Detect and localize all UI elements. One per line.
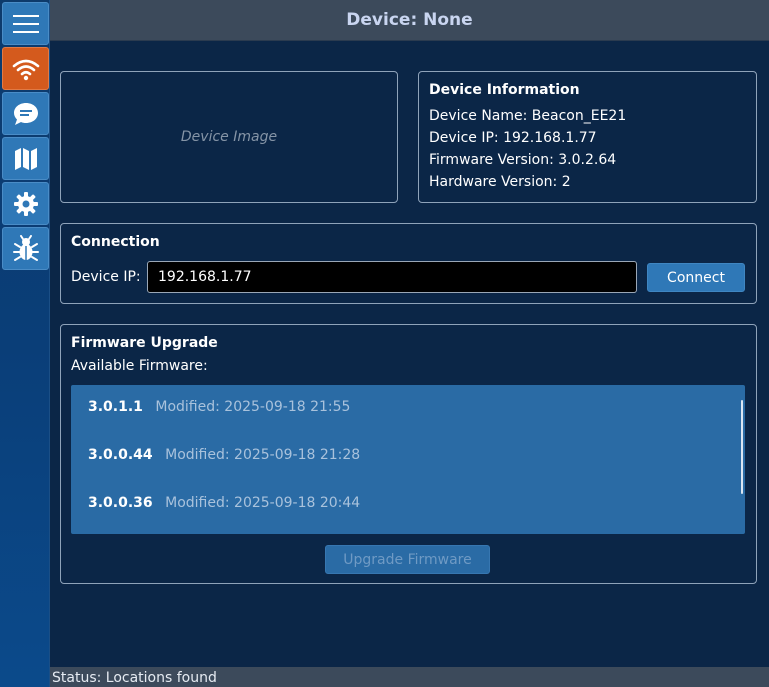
firmware-upgrade-title: Firmware Upgrade <box>71 335 218 351</box>
device-ip: Device IP: 192.168.1.77 <box>429 130 597 146</box>
chat-icon <box>13 102 38 125</box>
sidebar-item-wifi[interactable] <box>2 47 49 90</box>
sidebar <box>0 0 50 687</box>
device-name: Device Name: Beacon_EE21 <box>429 108 627 124</box>
sidebar-item-map[interactable] <box>2 137 49 180</box>
header-bar: Device: None <box>50 0 769 41</box>
sidebar-menu-button[interactable] <box>2 2 49 45</box>
device-info-panel: Device Information Device Name: Beacon_E… <box>418 71 757 203</box>
list-item[interactable]: 3.0.0.44 Modified: 2025-09-18 21:28 <box>88 447 360 463</box>
firmware-version-label: 3.0.0.44 <box>88 447 153 463</box>
firmware-version-label: 3.0.0.36 <box>88 495 153 511</box>
gear-icon <box>13 191 38 216</box>
firmware-modified-label: Modified: 2025-09-18 21:55 <box>155 399 351 415</box>
connection-row: Device IP: <box>71 261 637 293</box>
firmware-list[interactable]: 3.0.1.1 Modified: 2025-09-18 21:55 3.0.0… <box>71 385 745 534</box>
firmware-version-label: 3.0.1.1 <box>88 399 143 415</box>
upgrade-firmware-button[interactable]: Upgrade Firmware <box>325 545 490 574</box>
app-window: Device: None Device Image Device Informa… <box>0 0 769 687</box>
list-item[interactable]: 3.0.0.36 Modified: 2025-09-18 20:44 <box>88 495 360 511</box>
menu-icon <box>12 14 39 33</box>
bug-icon <box>12 234 39 261</box>
device-image-panel: Device Image <box>60 71 398 203</box>
device-image-placeholder: Device Image <box>180 129 278 145</box>
firmware-modified-label: Modified: 2025-09-18 20:44 <box>165 495 361 511</box>
list-scrollbar[interactable] <box>741 400 743 494</box>
wifi-icon <box>12 59 39 80</box>
main-content: Device Image Device Information Device N… <box>50 41 769 667</box>
list-item[interactable]: 3.0.1.1 Modified: 2025-09-18 21:55 <box>88 399 350 415</box>
status-bar: Status: Locations found <box>50 667 769 687</box>
connection-panel: Connection Device IP: Connect <box>60 223 757 304</box>
sidebar-item-debug[interactable] <box>2 227 49 270</box>
firmware-version: Firmware Version: 3.0.2.64 <box>429 152 617 168</box>
connection-title: Connection <box>71 234 160 250</box>
firmware-upgrade-panel: Firmware Upgrade Available Firmware: 3.0… <box>60 324 757 584</box>
sidebar-item-chat[interactable] <box>2 92 49 135</box>
page-title: Device: None <box>346 10 473 30</box>
available-firmware-label: Available Firmware: <box>71 358 208 374</box>
hardware-version: Hardware Version: 2 <box>429 174 571 190</box>
connect-button[interactable]: Connect <box>647 263 745 292</box>
device-ip-label: Device IP: <box>71 269 141 285</box>
sidebar-item-settings[interactable] <box>2 182 49 225</box>
device-info-title: Device Information <box>429 82 580 98</box>
firmware-modified-label: Modified: 2025-09-18 21:28 <box>165 447 361 463</box>
device-ip-input[interactable] <box>147 261 637 293</box>
map-icon <box>14 147 37 170</box>
